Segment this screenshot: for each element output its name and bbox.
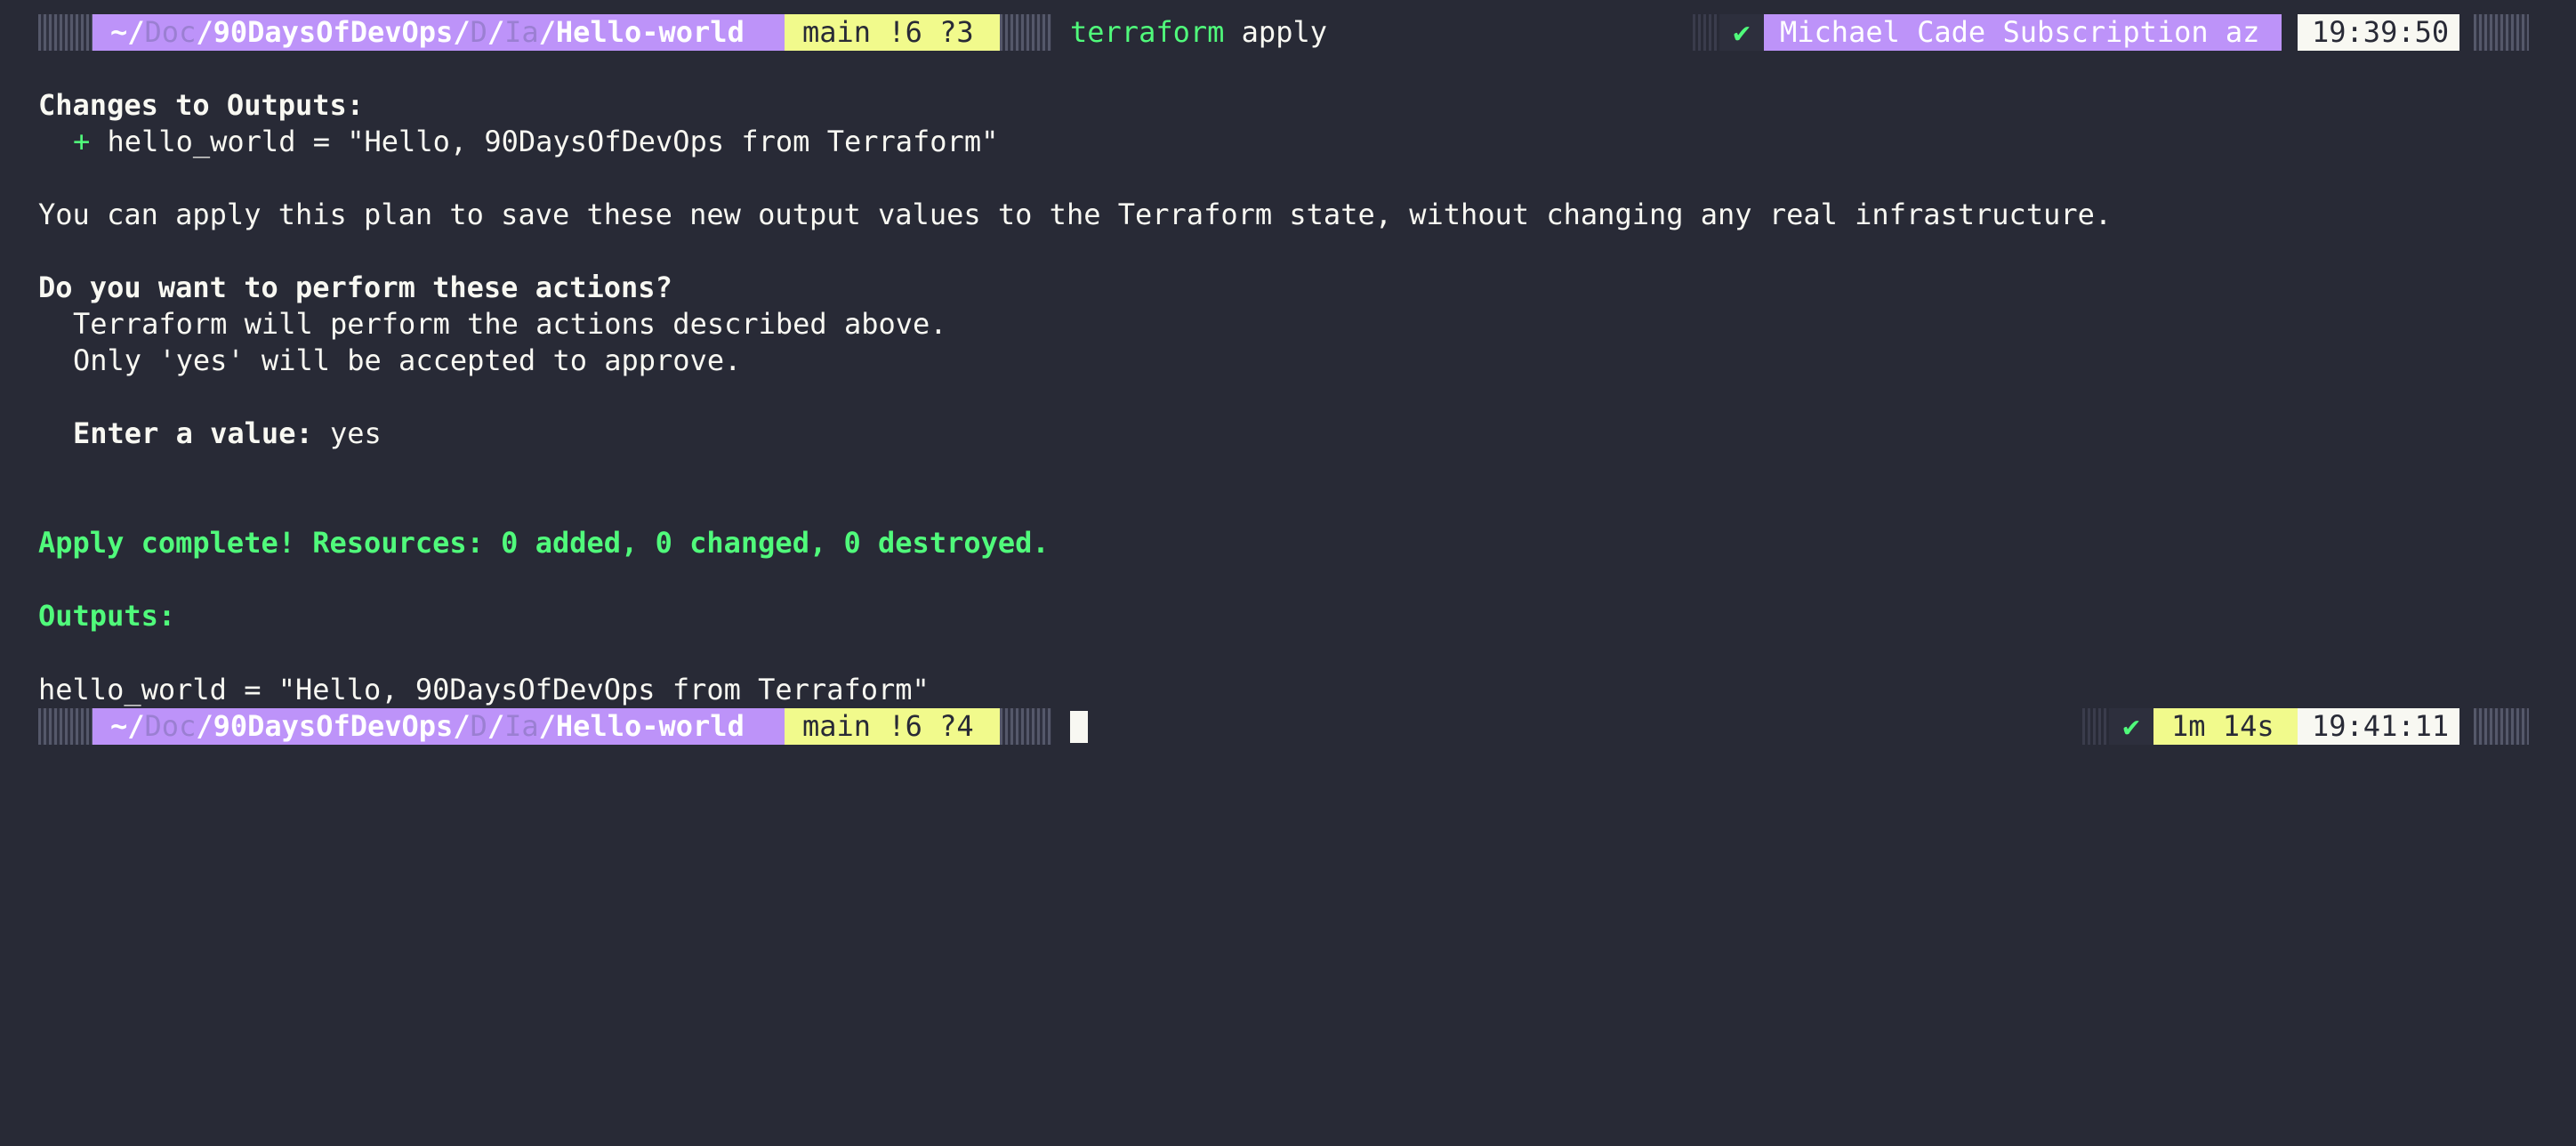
prompt-right-decoration bbox=[1693, 14, 1719, 51]
path-part: D bbox=[470, 15, 487, 49]
path-part: 90DaysOfDevOps bbox=[213, 15, 454, 49]
command-args: apply bbox=[1224, 15, 1327, 49]
status-check-icon: ✔ bbox=[2109, 708, 2153, 745]
path-separator: / bbox=[487, 709, 505, 743]
prompt-left-end-decoration bbox=[1000, 14, 1051, 51]
git-status: main !6 ?4 bbox=[785, 708, 1035, 745]
path-part: Ia bbox=[504, 15, 539, 49]
path-current-dir: Hello-world bbox=[555, 15, 745, 49]
outputs-header: Outputs: bbox=[38, 599, 176, 633]
path-current-dir: Hello-world bbox=[555, 709, 745, 743]
change-line: + hello_world = "Hello, 90DaysOfDevOps f… bbox=[38, 124, 998, 160]
path-separator: / bbox=[453, 15, 471, 49]
prompt-left-decoration bbox=[38, 14, 93, 51]
path-segment: ~/Doc/90DaysOfDevOps/D/Ia/Hello-world bbox=[93, 708, 785, 745]
status-check-icon: ✔ bbox=[1719, 14, 1764, 51]
azure-subscription: Michael Cade Subscription az bbox=[1764, 14, 2282, 51]
path-separator: / bbox=[453, 709, 471, 743]
prompt-line-top: ~/Doc/90DaysOfDevOps/D/Ia/Hello-world ma… bbox=[0, 14, 2576, 51]
path-home: ~/ bbox=[110, 709, 145, 743]
prompt-left-decoration bbox=[38, 708, 93, 745]
prompt-time: 19:41:11 bbox=[2298, 708, 2459, 745]
prompt-left-end-decoration bbox=[1000, 708, 1051, 745]
confirm-info-1: Terraform will perform the actions descr… bbox=[38, 306, 947, 343]
path-part: Ia bbox=[504, 709, 539, 743]
path-segment: ~/Doc/90DaysOfDevOps/D/Ia/Hello-world bbox=[93, 14, 785, 51]
path-part: Doc bbox=[144, 15, 197, 49]
output-value-line: hello_world = "Hello, 90DaysOfDevOps fro… bbox=[38, 673, 930, 706]
path-separator: / bbox=[538, 15, 556, 49]
prompt-right-end-decoration bbox=[2474, 14, 2529, 51]
path-separator: / bbox=[196, 709, 213, 743]
confirm-info-text: Only 'yes' will be accepted to approve. bbox=[73, 343, 742, 377]
plus-icon: + bbox=[73, 125, 91, 158]
path-part: D bbox=[470, 709, 487, 743]
path-part: Doc bbox=[144, 709, 197, 743]
prompt-time: 19:39:50 bbox=[2298, 14, 2459, 51]
command-duration: 1m 14s bbox=[2153, 708, 2315, 745]
path-part: 90DaysOfDevOps bbox=[213, 709, 454, 743]
path-home: ~/ bbox=[110, 15, 145, 49]
path-separator: / bbox=[196, 15, 213, 49]
prompt-right-decoration bbox=[2082, 708, 2109, 745]
changes-header: Changes to Outputs: bbox=[38, 88, 365, 122]
enter-value-label: Enter a value: bbox=[73, 416, 313, 450]
path-separator: / bbox=[538, 709, 556, 743]
change-text: hello_world = "Hello, 90DaysOfDevOps fro… bbox=[90, 125, 999, 158]
confirm-question: Do you want to perform these actions? bbox=[38, 270, 672, 304]
apply-complete-message: Apply complete! Resources: 0 added, 0 ch… bbox=[38, 526, 1050, 560]
prompt-right-end-decoration bbox=[2474, 708, 2529, 745]
confirm-info-2: Only 'yes' will be accepted to approve. bbox=[38, 343, 741, 379]
terminal-cursor[interactable] bbox=[1070, 711, 1088, 743]
enter-value-input: yes bbox=[312, 416, 382, 450]
confirm-info-text: Terraform will perform the actions descr… bbox=[73, 307, 947, 341]
prompt-line-bottom: ~/Doc/90DaysOfDevOps/D/Ia/Hello-world ma… bbox=[0, 708, 2576, 745]
command-text: terraform apply bbox=[1070, 14, 1327, 51]
command-name: terraform bbox=[1070, 15, 1225, 49]
apply-note: You can apply this plan to save these ne… bbox=[38, 198, 2113, 231]
git-status: main !6 ?3 bbox=[785, 14, 1035, 51]
enter-value-line: Enter a value: yes bbox=[38, 416, 382, 452]
path-separator: / bbox=[487, 15, 505, 49]
